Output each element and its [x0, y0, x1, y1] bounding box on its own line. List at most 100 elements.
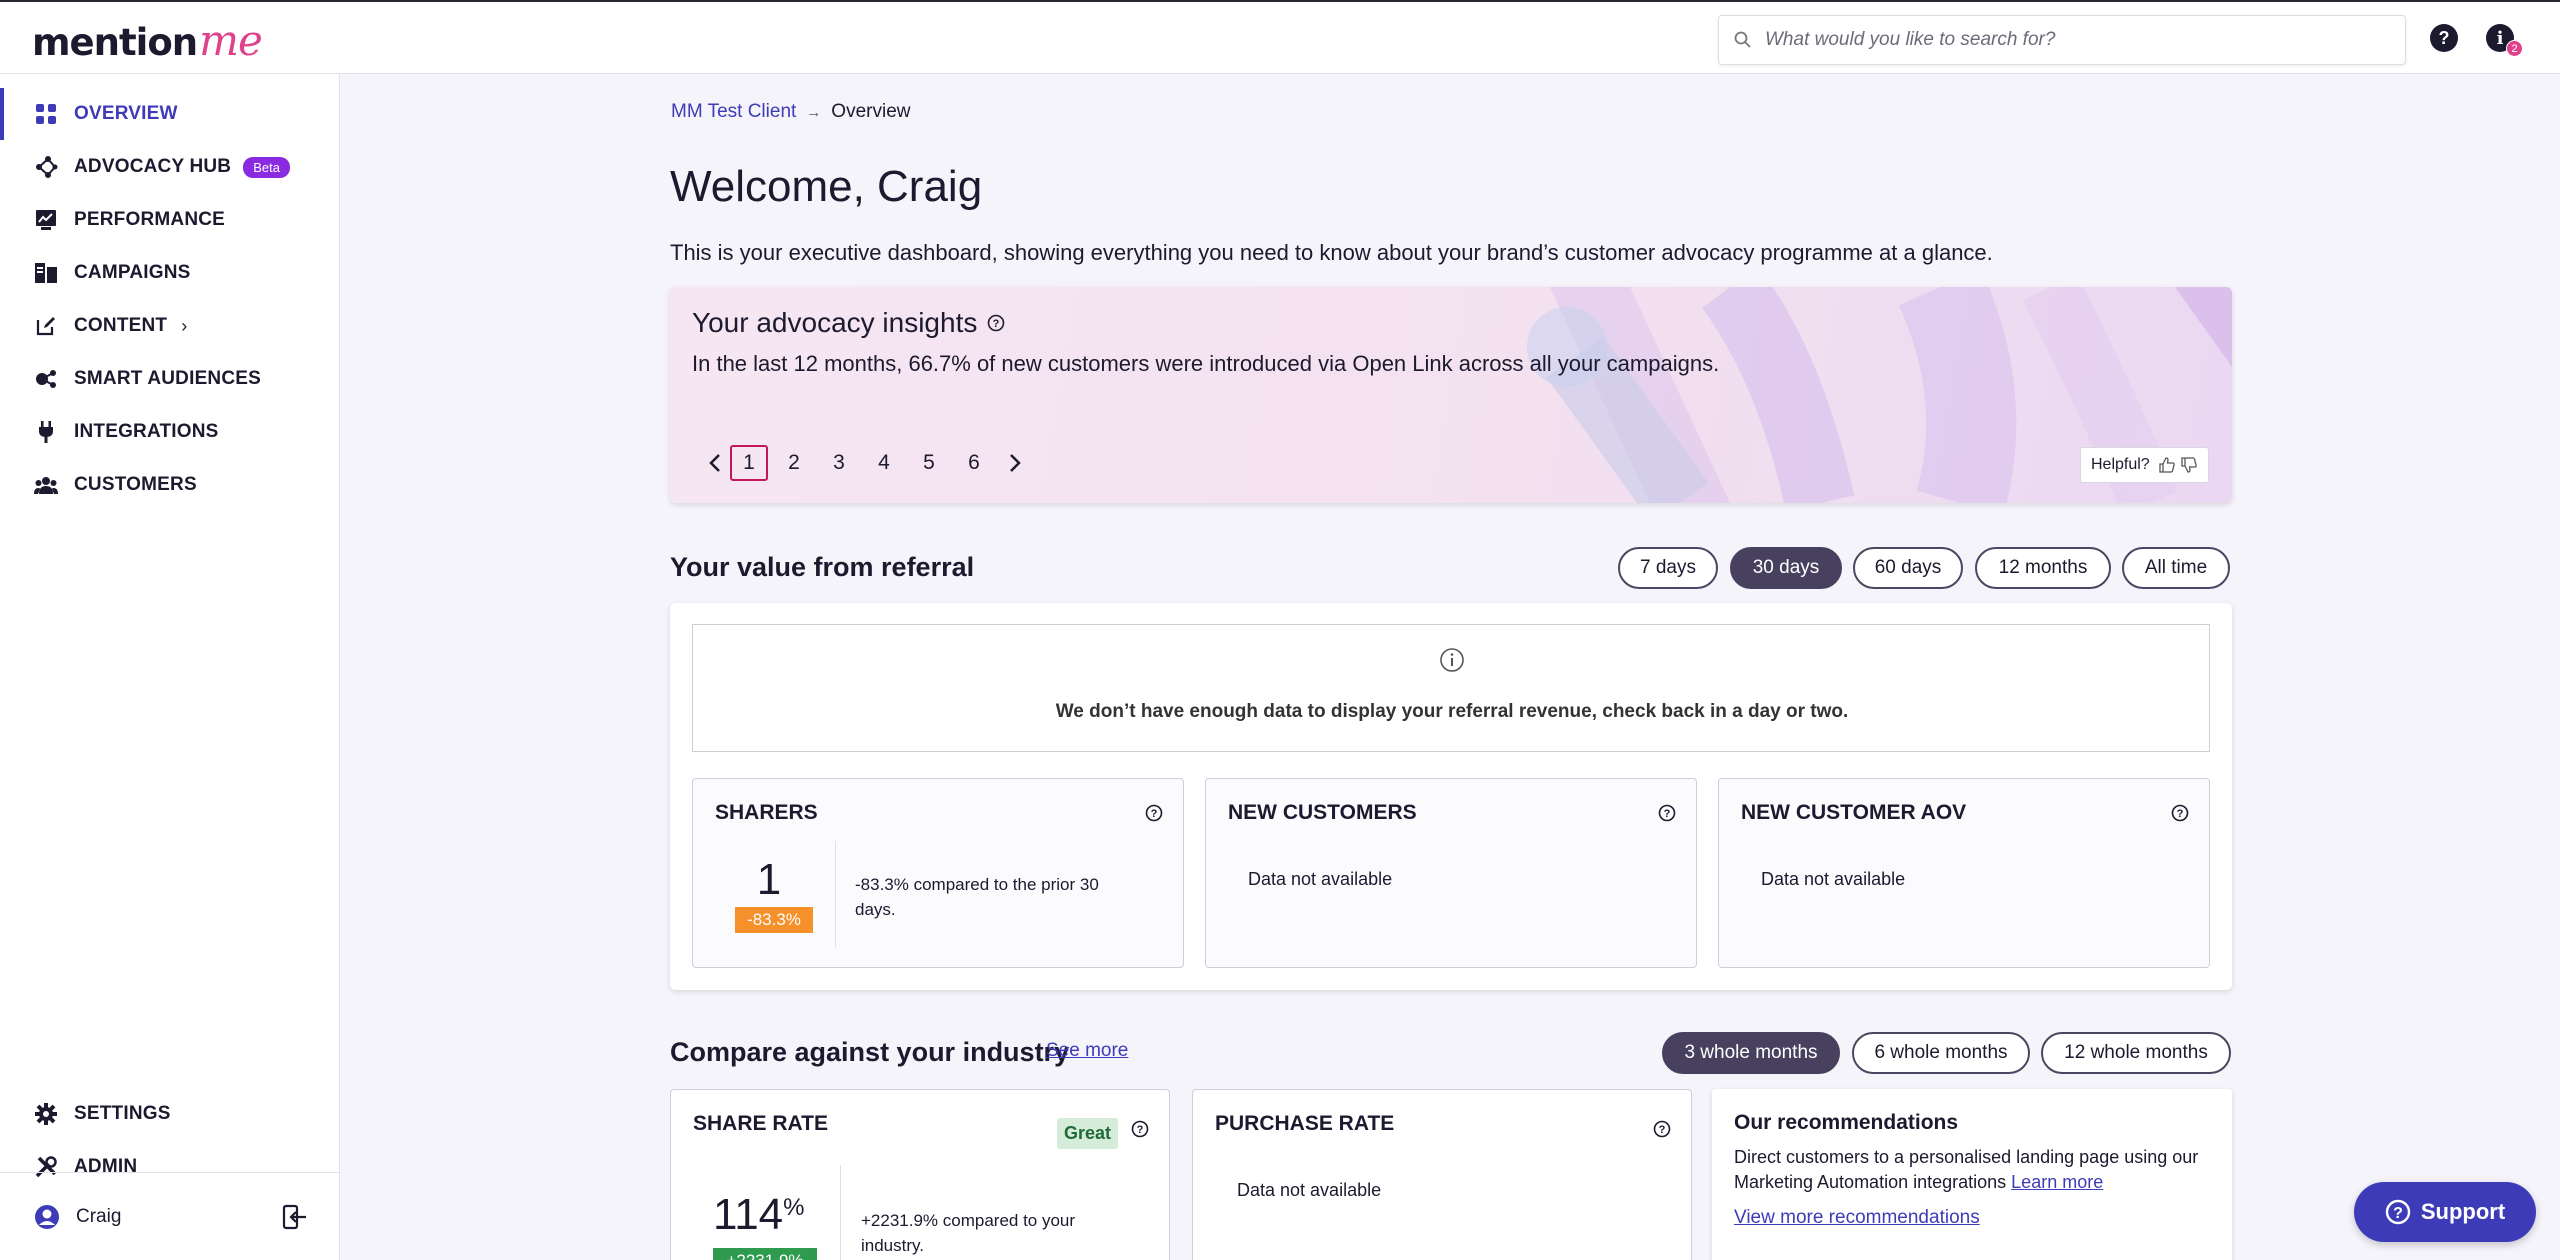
metric-title: NEW CUSTOMER AOV [1741, 801, 1967, 824]
user-name: Craig [76, 1206, 122, 1227]
share-rate-unit: % [783, 1194, 805, 1221]
share-rate-card: SHARE RATE Great ? 114% +2231.9% +2231.9… [670, 1089, 1170, 1260]
sidebar-item-admin[interactable]: ADMIN [0, 1141, 340, 1193]
learn-more-link[interactable]: Learn more [2011, 1172, 2103, 1192]
range-7-days-button[interactable]: 7 days [1618, 547, 1718, 589]
chevron-right-icon: › [181, 315, 188, 336]
thumbs-up-icon[interactable] [2158, 456, 2176, 474]
sidebar-item-integrations[interactable]: INTEGRATIONS [0, 406, 340, 458]
support-button[interactable]: ? Support [2354, 1182, 2536, 1242]
new-customer-aov-metric-card: NEW CUSTOMER AOV ? Data not available [1718, 778, 2210, 968]
beta-badge: Beta [243, 156, 290, 178]
edit-icon [34, 314, 58, 338]
range-30-days-button[interactable]: 30 days [1730, 547, 1842, 589]
page-3-button[interactable]: 3 [820, 445, 858, 481]
chevron-right-icon[interactable] [1000, 445, 1030, 481]
page-6-button[interactable]: 6 [955, 445, 993, 481]
sidebar-item-label: ADVOCACY HUB [74, 156, 232, 177]
share-rate-number: 114 [713, 1190, 784, 1239]
svg-text:?: ? [993, 318, 1000, 330]
sidebar-item-label: SMART AUDIENCES [74, 368, 262, 389]
sidebar-item-label: CONTENT [74, 315, 168, 336]
search-box[interactable] [1718, 15, 2406, 65]
svg-text:?: ? [1664, 808, 1671, 820]
industry-section-title: Compare against your industry [670, 1037, 1070, 1067]
view-more-recommendations-link[interactable]: View more recommendations [1734, 1207, 2210, 1229]
sharers-metric-card: SHARERS ? 1 -83.3% -83.3% compared to th… [692, 778, 1184, 968]
sidebar-item-content[interactable]: CONTENT › [0, 300, 340, 352]
metric-divider [835, 841, 836, 947]
insights-pagination: 1 2 3 4 5 6 [700, 445, 1030, 481]
question-circle-icon[interactable]: ? [1658, 804, 1676, 822]
insights-title: Your advocacy insights ? [692, 307, 1005, 339]
see-more-link[interactable]: See more [1046, 1040, 1128, 1062]
question-circle-icon[interactable]: ? [1653, 1120, 1671, 1138]
insights-card: Your advocacy insights ? In the last 12 … [670, 287, 2232, 503]
notification-badge: 2 [2506, 40, 2523, 57]
sidebar: OVERVIEW ADVOCACY HUB Beta PERFORMANCE C… [0, 74, 340, 1260]
logout-icon[interactable] [280, 1203, 308, 1231]
insufficient-data-notice: We don’t have enough data to display you… [692, 624, 2210, 752]
metric-comparison: -83.3% compared to the prior 30 days. [855, 875, 1099, 919]
metric-title: PURCHASE RATE [1215, 1112, 1395, 1135]
range-all-time-button[interactable]: All time [2122, 547, 2230, 589]
page-5-button[interactable]: 5 [910, 445, 948, 481]
share-rate-value: 114% [713, 1190, 805, 1240]
tools-icon [34, 1155, 58, 1179]
logo[interactable]: mention me [32, 16, 263, 65]
range-6-months-button[interactable]: 6 whole months [1852, 1032, 2030, 1074]
top-bar: mentionme ? i 2 [0, 0, 2560, 74]
users-icon [34, 473, 58, 497]
question-circle-icon[interactable]: ? [2171, 804, 2189, 822]
plug-icon [34, 420, 58, 444]
referral-value-card: We don’t have enough data to display you… [670, 603, 2232, 990]
sidebar-item-customers[interactable]: CUSTOMERS [0, 459, 340, 511]
gear-icon [34, 1102, 58, 1126]
range-12-months-button[interactable]: 12 whole months [2041, 1032, 2231, 1074]
page-1-button[interactable]: 1 [730, 445, 768, 481]
metric-empty-text: Data not available [1237, 1180, 1382, 1200]
chevron-left-icon[interactable] [700, 445, 730, 481]
question-circle-icon[interactable]: ? [2430, 24, 2458, 52]
sidebar-divider [0, 1172, 340, 1173]
breadcrumb-parent-link[interactable]: MM Test Client [671, 101, 796, 123]
help-circle-icon: ? [2385, 1199, 2411, 1225]
sidebar-item-smart-audiences[interactable]: SMART AUDIENCES [0, 353, 340, 405]
breadcrumb-current: Overview [831, 101, 911, 122]
question-circle-icon[interactable]: ? [1145, 804, 1163, 822]
sidebar-item-campaigns[interactable]: CAMPAIGNS [0, 247, 340, 299]
sidebar-item-label: CUSTOMERS [74, 474, 197, 495]
sidebar-item-settings[interactable]: SETTINGS [0, 1088, 340, 1140]
recommendation-text: Direct customers to a personalised landi… [1734, 1145, 2214, 1195]
logo-text-mention: mention [32, 21, 198, 64]
breadcrumb-separator: → [806, 103, 822, 121]
sidebar-item-performance[interactable]: PERFORMANCE [0, 194, 340, 246]
metric-title: NEW CUSTOMERS [1228, 801, 1417, 824]
sidebar-item-overview[interactable]: OVERVIEW [0, 88, 340, 140]
sidebar-item-label: CAMPAIGNS [74, 262, 191, 283]
helpful-label: Helpful? [2091, 456, 2150, 473]
svg-text:?: ? [1137, 1124, 1144, 1136]
purchase-rate-card: PURCHASE RATE ? Data not available [1192, 1089, 1692, 1260]
helpful-feedback: Helpful? [2080, 447, 2209, 483]
support-label: Support [2420, 1199, 2506, 1224]
question-circle-icon[interactable]: ? [987, 314, 1005, 332]
referral-section-title: Your value from referral [670, 552, 975, 582]
svg-text:?: ? [2393, 1205, 2403, 1222]
sidebar-item-advocacy-hub[interactable]: ADVOCACY HUB Beta [0, 141, 340, 193]
search-input[interactable] [1765, 29, 2365, 51]
page-2-button[interactable]: 2 [775, 445, 813, 481]
question-circle-icon[interactable]: ? [1131, 1120, 1149, 1138]
page-4-button[interactable]: 4 [865, 445, 903, 481]
metric-comparison: +2231.9% compared to your industry. [861, 1211, 1076, 1255]
metric-delta-badge: +2231.9% [713, 1248, 817, 1260]
range-3-months-button[interactable]: 3 whole months [1662, 1032, 1840, 1074]
thumbs-down-icon[interactable] [2180, 456, 2198, 474]
user-profile[interactable]: Craig [34, 1200, 310, 1234]
sidebar-item-label: SETTINGS [74, 1103, 171, 1124]
range-12-months-button[interactable]: 12 months [1975, 547, 2111, 589]
recommendation-body: Direct customers to a personalised landi… [1734, 1147, 2199, 1192]
sidebar-item-label: PERFORMANCE [74, 209, 226, 230]
range-60-days-button[interactable]: 60 days [1853, 547, 1963, 589]
metric-delta-badge: -83.3% [735, 907, 813, 933]
